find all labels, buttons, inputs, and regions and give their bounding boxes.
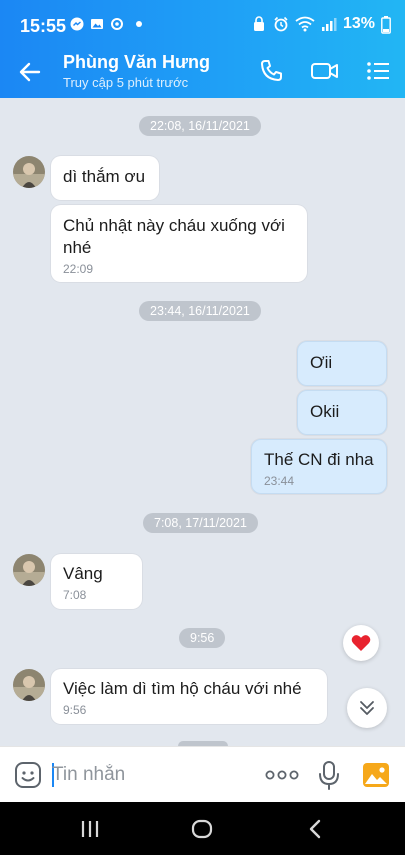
list-menu-icon — [367, 62, 389, 80]
recent-apps-button[interactable] — [79, 818, 101, 840]
alarm-icon — [273, 16, 289, 32]
status-time: 15:55 — [20, 16, 67, 36]
avatar-photo-icon — [13, 669, 45, 701]
battery-icon — [381, 16, 391, 34]
back-arrow-icon — [19, 62, 41, 82]
lock-icon — [251, 16, 267, 32]
recent-apps-icon — [81, 821, 99, 837]
chat-header: Phùng Văn Hưng Truy cập 5 phút trước — [0, 44, 405, 98]
call-button[interactable] — [257, 57, 285, 85]
avatar-photo-icon — [13, 554, 45, 586]
notification-icons — [70, 17, 142, 31]
image-icon — [363, 763, 389, 787]
send-image-button[interactable] — [362, 761, 390, 789]
avatar[interactable] — [13, 156, 45, 188]
date-separator: 23:44, 16/11/2021 — [139, 301, 261, 321]
message-input[interactable] — [52, 759, 252, 791]
avatar[interactable] — [13, 669, 45, 701]
phone-icon — [261, 60, 282, 81]
more-dots-icon — [265, 770, 299, 780]
top-bar: 15:55 13% Phùng Văn Hưng Truy cập 5 phút… — [0, 0, 405, 98]
avatar-photo-icon — [13, 156, 45, 188]
outgoing-message[interactable]: Thế CN đi nha 23:44 — [251, 439, 387, 494]
sync-icon — [110, 17, 124, 31]
message-time: 23:44 — [264, 474, 295, 488]
message-text: Thế CN đi nha — [264, 450, 374, 469]
system-back-button[interactable] — [305, 818, 327, 840]
wifi-icon — [295, 16, 315, 32]
heart-icon — [351, 635, 371, 651]
chat-area[interactable]: 22:08, 16/11/2021 dì thắm ơu Chủ nhật nà… — [0, 98, 405, 746]
message-text: Ơii — [310, 353, 333, 372]
incoming-message[interactable]: Vâng 7:08 — [51, 554, 142, 609]
battery-level: 13% — [342, 15, 375, 32]
date-separator: 22:08, 16/11/2021 — [139, 116, 261, 136]
incoming-message[interactable]: Chủ nhật này cháu xuống với nhé 22:09 — [51, 205, 307, 282]
reaction-button[interactable] — [343, 625, 379, 661]
message-text: dì thắm ơu — [63, 167, 146, 186]
message-time: 22:09 — [63, 262, 94, 276]
signal-icon — [321, 16, 337, 32]
outgoing-message[interactable]: Okii — [297, 390, 387, 435]
incoming-message[interactable]: dì thắm ơu — [51, 156, 159, 200]
date-separator: 7:08, 17/11/2021 — [143, 513, 258, 533]
video-call-icon — [311, 63, 338, 79]
message-input-bar — [0, 746, 405, 802]
home-icon — [191, 819, 213, 839]
scroll-to-bottom-button[interactable] — [347, 688, 387, 728]
outgoing-message[interactable]: Ơii — [297, 341, 387, 386]
sticker-icon — [15, 762, 41, 788]
sticker-button[interactable] — [14, 761, 42, 789]
status-bar: 15:55 13% — [0, 0, 405, 44]
messenger-icon — [70, 17, 84, 31]
last-seen-status: Truy cập 5 phút trước — [63, 75, 189, 90]
message-text: Việc làm dì tìm hộ cháu với nhé — [63, 679, 302, 698]
contact-name[interactable]: Phùng Văn Hưng — [63, 52, 210, 73]
message-text: Okii — [310, 402, 340, 421]
gallery-icon — [90, 17, 104, 31]
more-options-button[interactable] — [265, 768, 299, 782]
video-call-button[interactable] — [310, 57, 340, 85]
options-menu-button[interactable] — [364, 57, 392, 85]
home-button[interactable] — [191, 818, 213, 840]
voice-message-button[interactable] — [316, 760, 342, 790]
system-navigation-bar — [0, 802, 405, 855]
back-button[interactable] — [16, 58, 44, 86]
system-icons: 13% — [251, 15, 391, 34]
incoming-message[interactable]: Việc làm dì tìm hộ cháu với nhé 9:56 — [51, 669, 327, 724]
avatar[interactable] — [13, 554, 45, 586]
message-text: Chủ nhật này cháu xuống với nhé — [63, 216, 285, 257]
chevron-double-down-icon — [360, 701, 374, 715]
dot-icon — [136, 21, 142, 27]
message-text: Vâng — [63, 564, 103, 583]
message-time: 7:08 — [63, 588, 87, 602]
time-separator: 9:56 — [179, 628, 226, 648]
microphone-icon — [319, 761, 339, 790]
message-time: 9:56 — [63, 703, 87, 717]
chevron-left-icon — [309, 819, 321, 839]
